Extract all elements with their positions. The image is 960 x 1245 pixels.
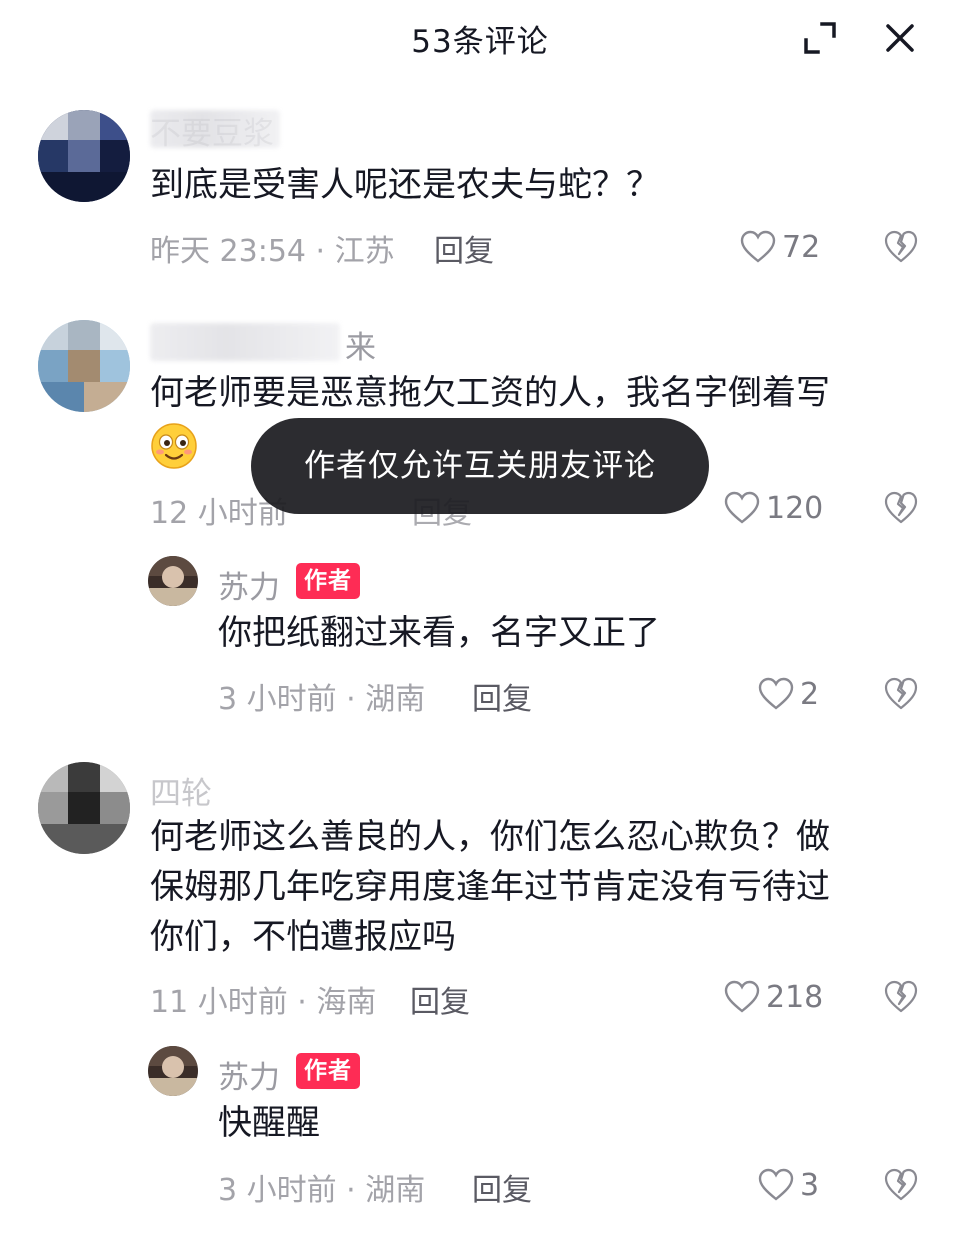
author-avatar[interactable] <box>148 1046 198 1096</box>
username[interactable]: 四轮 <box>150 768 212 813</box>
dislike-icon[interactable] <box>884 1168 918 1202</box>
reply-meta: 3 小时前 · 湖南 <box>218 1173 426 1208</box>
like-button[interactable]: 3 <box>758 1165 819 1205</box>
comment-text: 何老师这么善良的人，你们怎么忍心欺负？做 保姆那几年吃穿用度逢年过节肯定没有亏待… <box>150 817 830 957</box>
reply-button[interactable]: 回复 <box>434 226 494 270</box>
username[interactable]: 苏力 <box>218 562 280 607</box>
like-count: 2 <box>800 676 820 712</box>
username[interactable]: 来 <box>345 322 376 367</box>
username[interactable]: 不要豆浆 <box>150 108 274 153</box>
dislike-icon[interactable] <box>884 677 918 711</box>
comment-text: 何老师要是恶意拖欠工资的人，我名字倒着写 <box>150 373 830 413</box>
reply-meta: 3 小时前 · 湖南 <box>218 682 426 717</box>
like-count: 120 <box>766 490 824 526</box>
reply-button[interactable]: 回复 <box>472 1165 532 1209</box>
author-avatar[interactable] <box>148 556 198 606</box>
toast-message: 作者仅允许互关朋友评论 <box>251 418 709 514</box>
avatar[interactable] <box>38 110 130 202</box>
heart-icon <box>758 677 794 710</box>
heart-icon <box>758 1168 794 1201</box>
like-count: 218 <box>766 979 824 1015</box>
username-blurred <box>150 323 340 361</box>
avatar[interactable] <box>38 762 130 854</box>
like-button[interactable]: 72 <box>740 227 820 267</box>
username[interactable]: 苏力 <box>218 1052 280 1097</box>
comment-meta: 11 小时前 · 海南 <box>150 985 377 1020</box>
comment-text: 到底是受害人呢还是农夫与蛇？？ <box>150 165 660 205</box>
heart-icon <box>724 980 760 1013</box>
like-button[interactable]: 120 <box>724 488 823 528</box>
smiling-face-emoji <box>150 422 198 470</box>
reply-button[interactable]: 回复 <box>410 977 470 1021</box>
avatar[interactable] <box>38 320 130 412</box>
reply-text: 你把纸翻过来看，名字又正了 <box>218 613 660 653</box>
dislike-icon[interactable] <box>884 230 918 264</box>
dislike-icon[interactable] <box>884 980 918 1014</box>
comments-panel: 53条评论 不要豆浆 到底是受害人呢还是农夫与蛇？？ 昨天 23:54 · 江苏… <box>0 0 960 1245</box>
like-button[interactable]: 218 <box>724 977 823 1017</box>
like-button[interactable]: 2 <box>758 674 819 714</box>
like-count: 3 <box>800 1167 820 1203</box>
heart-icon <box>740 230 776 263</box>
heart-icon <box>724 491 760 524</box>
reply-button[interactable]: 回复 <box>472 674 532 718</box>
close-icon[interactable] <box>880 18 920 58</box>
comments-header: 53条评论 <box>0 0 960 80</box>
author-badge: 作者 <box>296 1053 360 1089</box>
reply-text: 快醒醒 <box>218 1103 320 1143</box>
expand-icon[interactable] <box>800 18 840 58</box>
dislike-icon[interactable] <box>884 491 918 525</box>
comment-meta: 昨天 23:54 · 江苏 <box>150 234 395 269</box>
like-count: 72 <box>782 229 821 265</box>
author-badge: 作者 <box>296 563 360 599</box>
